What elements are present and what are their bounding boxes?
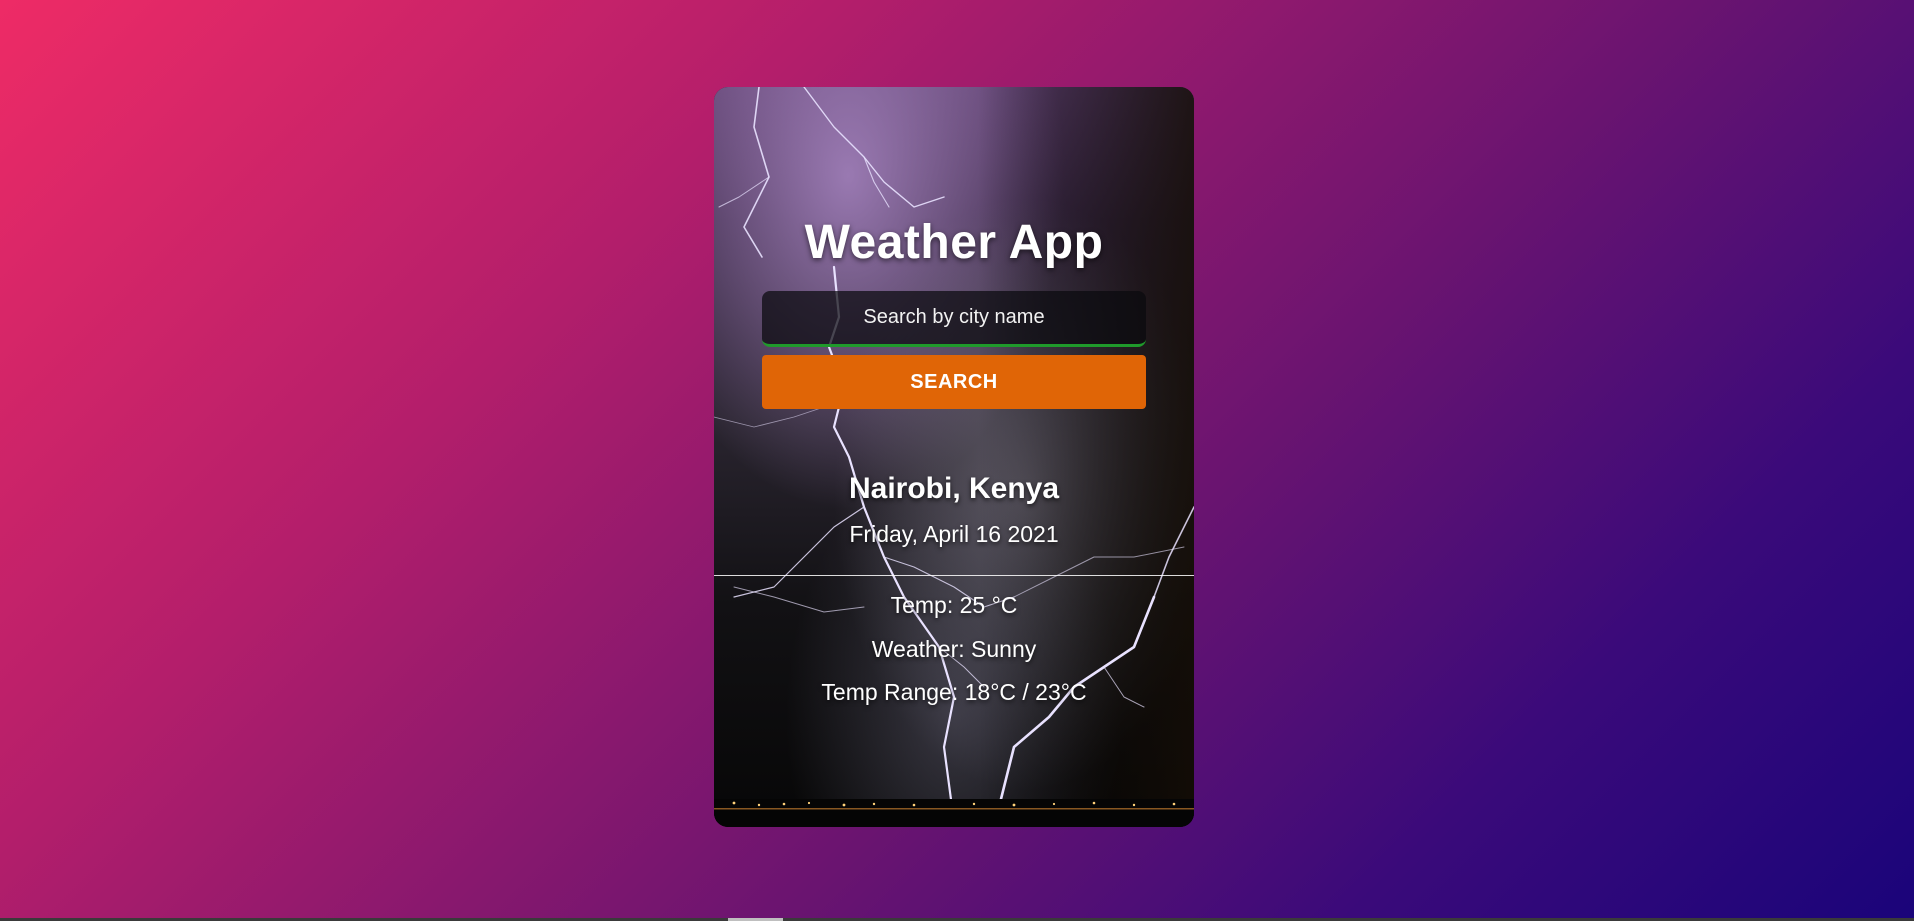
weather-card: Weather App SEARCH Nairobi, Kenya Friday… — [714, 87, 1194, 827]
date-label: Friday, April 16 2021 — [849, 521, 1059, 547]
temp-range-label: Temp Range: 18°C / 23°C — [821, 679, 1087, 705]
location-name: Nairobi, Kenya — [848, 472, 1060, 505]
divider — [714, 575, 1194, 576]
card-content: Weather App SEARCH Nairobi, Kenya Friday… — [714, 87, 1194, 827]
city-search-input[interactable] — [762, 291, 1146, 347]
search-button[interactable]: SEARCH — [762, 355, 1146, 409]
temperature-label: Temp: 25 °C — [890, 592, 1018, 618]
app-title: Weather App — [804, 216, 1104, 269]
weather-condition-label: Weather: Sunny — [871, 636, 1037, 662]
